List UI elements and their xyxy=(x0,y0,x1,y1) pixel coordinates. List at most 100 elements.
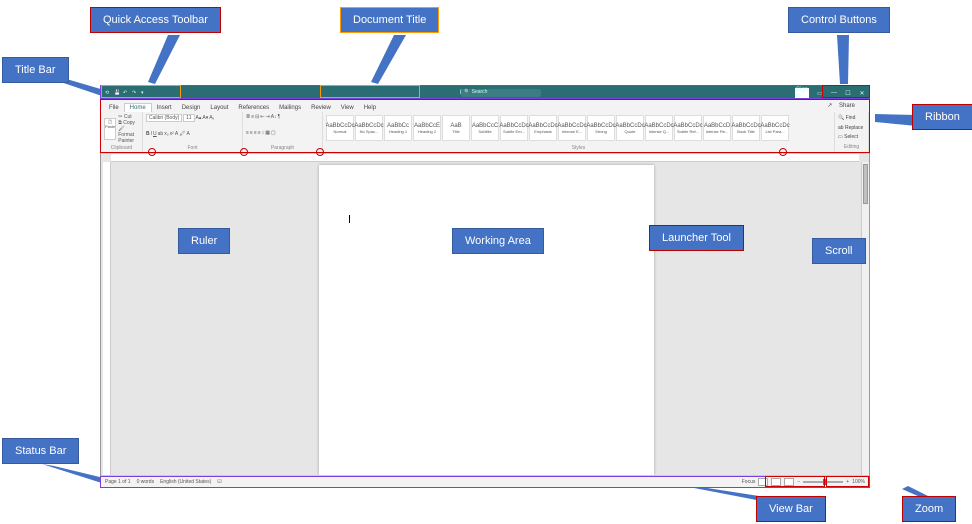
underline-icon[interactable]: U xyxy=(153,131,157,137)
document-page[interactable] xyxy=(319,165,654,475)
read-mode-icon[interactable] xyxy=(758,478,768,486)
style-item[interactable]: AaBbCcDcSubtle Em... xyxy=(500,115,528,141)
zoom-level[interactable]: 100% xyxy=(852,479,865,485)
focus-mode[interactable]: Focus xyxy=(742,479,756,485)
strike-icon[interactable]: ab xyxy=(158,131,164,137)
font-name-select[interactable]: Calibri (Body) xyxy=(146,114,182,122)
align-center-icon[interactable]: ≡ xyxy=(250,130,253,136)
subscript-icon[interactable]: x₂ xyxy=(164,131,168,137)
highlight-icon[interactable]: 🖍 xyxy=(179,131,185,137)
horizontal-ruler[interactable] xyxy=(111,154,859,162)
replace-button[interactable]: ab Replace xyxy=(838,124,865,132)
style-item[interactable]: AaBbCcDcBook Title xyxy=(732,115,760,141)
maximize-icon[interactable]: ☐ xyxy=(841,88,855,98)
tab-design[interactable]: Design xyxy=(177,104,206,112)
web-layout-icon[interactable] xyxy=(784,478,794,486)
group-label: Clipboard xyxy=(104,145,139,151)
sort-icon[interactable]: A↓ xyxy=(271,114,277,120)
signin-button[interactable]: Sign in xyxy=(795,88,809,98)
tab-view[interactable]: View xyxy=(336,104,359,112)
justify-icon[interactable]: ≡ xyxy=(258,130,261,136)
undo-icon[interactable]: ↶ xyxy=(123,90,129,96)
style-item[interactable]: AaBTitle xyxy=(442,115,470,141)
shading-icon[interactable]: ▦ xyxy=(265,130,270,136)
autosave-icon[interactable]: ⟲ xyxy=(105,90,111,96)
align-right-icon[interactable]: ≡ xyxy=(254,130,257,136)
clear-format-icon[interactable]: Aₓ xyxy=(209,115,214,121)
decrease-indent-icon[interactable]: ⇤ xyxy=(260,114,264,120)
tab-layout[interactable]: Layout xyxy=(205,104,233,112)
minimize-icon[interactable]: — xyxy=(827,88,841,98)
borders-icon[interactable]: ▢ xyxy=(271,130,276,136)
vertical-ruler[interactable] xyxy=(103,162,111,475)
font-color-icon[interactable]: A xyxy=(187,131,190,137)
group-clipboard: 📋Paste ✂ Cut ⧉ Copy 🖌 Format Painter Cli… xyxy=(101,112,143,153)
multilevel-icon[interactable]: ⊟ xyxy=(255,114,259,120)
find-button[interactable]: 🔍 Find xyxy=(838,114,865,122)
superscript-icon[interactable]: x² xyxy=(170,131,174,137)
style-item[interactable]: AaBbCcDcNormal xyxy=(326,115,354,141)
paste-button[interactable]: 📋Paste xyxy=(104,118,116,140)
font-size-select[interactable]: 11 xyxy=(183,114,194,122)
grow-font-icon[interactable]: A▴ xyxy=(196,115,202,121)
tab-mailings[interactable]: Mailings xyxy=(274,104,306,112)
tab-review[interactable]: Review xyxy=(306,104,336,112)
style-gallery[interactable]: AaBbCcDcNormalAaBbCcDcNo Spac...AaBbCcHe… xyxy=(326,114,831,142)
quick-access-toolbar[interactable]: ⟲ 💾 ↶ ↷ ▾ xyxy=(105,90,147,96)
accessibility-icon[interactable]: ☑ xyxy=(217,479,221,485)
share-button[interactable]: ↗ Share xyxy=(822,101,865,110)
align-left-icon[interactable]: ≡ xyxy=(246,130,249,136)
zoom-in-icon[interactable]: + xyxy=(846,479,849,485)
callout-control-buttons: Control Buttons xyxy=(788,7,890,33)
qat-more-icon[interactable]: ▾ xyxy=(141,90,147,96)
search-box[interactable]: 🔍 Search xyxy=(461,89,541,97)
group-font: Calibri (Body) 11 A▴ A▾ Aₓ B I U ab x₂ x… xyxy=(143,112,243,153)
ribbon: 📋Paste ✂ Cut ⧉ Copy 🖌 Format Painter Cli… xyxy=(101,112,869,154)
format-painter-button[interactable]: 🖌 Format Painter xyxy=(118,126,139,144)
group-label: Font xyxy=(146,145,239,151)
show-marks-icon[interactable]: ¶ xyxy=(278,114,281,120)
zoom-slider[interactable] xyxy=(803,481,843,483)
page-indicator[interactable]: Page 1 of 1 xyxy=(105,479,131,485)
style-item[interactable]: AaBbCcDcEmphasis xyxy=(529,115,557,141)
language-indicator[interactable]: English (United States) xyxy=(160,479,211,485)
ribbon-options-icon[interactable]: ▭ xyxy=(813,88,827,98)
text-effects-icon[interactable]: A xyxy=(175,131,178,137)
style-item[interactable]: AaBbCcDcStrong xyxy=(587,115,615,141)
print-layout-icon[interactable] xyxy=(771,478,781,486)
increase-indent-icon[interactable]: ⇥ xyxy=(266,114,270,120)
tab-insert[interactable]: Insert xyxy=(152,104,177,112)
save-icon[interactable]: 💾 xyxy=(114,90,120,96)
italic-icon[interactable]: I xyxy=(151,131,152,137)
close-icon[interactable]: ✕ xyxy=(855,88,869,98)
style-item[interactable]: AaBbCcDcSubtle Ref... xyxy=(674,115,702,141)
style-item[interactable]: AaBbCcDcNo Spac... xyxy=(355,115,383,141)
tab-home[interactable]: Home xyxy=(124,103,152,112)
scroll-thumb[interactable] xyxy=(863,164,868,204)
tab-help[interactable]: Help xyxy=(359,104,381,112)
style-item[interactable]: AaBbCcDcList Para... xyxy=(761,115,789,141)
vertical-scrollbar[interactable] xyxy=(861,162,869,475)
select-button[interactable]: ▭ Select xyxy=(838,133,865,141)
group-label: Styles xyxy=(326,145,831,151)
tab-references[interactable]: References xyxy=(233,104,274,112)
redo-icon[interactable]: ↷ xyxy=(132,90,138,96)
workspace xyxy=(101,162,869,475)
bold-icon[interactable]: B xyxy=(146,131,150,137)
style-item[interactable]: AaBbCcHeading 1 xyxy=(384,115,412,141)
word-window: ⟲ 💾 ↶ ↷ ▾ Document1 - Word 🔍 Search Sign… xyxy=(100,85,870,488)
bullets-icon[interactable]: ≣ xyxy=(246,114,250,120)
word-count[interactable]: 0 words xyxy=(137,479,155,485)
style-item[interactable]: AaBbCcEHeading 2 xyxy=(413,115,441,141)
tab-file[interactable]: File xyxy=(104,104,124,112)
style-item[interactable]: AaBbCcCSubtitle xyxy=(471,115,499,141)
zoom-out-icon[interactable]: − xyxy=(797,479,800,485)
style-item[interactable]: AaBbCcDIntense Re... xyxy=(703,115,731,141)
style-item[interactable]: AaBbCcDcQuote xyxy=(616,115,644,141)
shrink-font-icon[interactable]: A▾ xyxy=(202,115,208,121)
style-item[interactable]: AaBbCcDcIntense Q... xyxy=(645,115,673,141)
line-spacing-icon[interactable]: ↕ xyxy=(262,130,265,136)
style-item[interactable]: AaBbCcDcIntense E... xyxy=(558,115,586,141)
numbering-icon[interactable]: ≡ xyxy=(251,114,254,120)
group-styles: AaBbCcDcNormalAaBbCcDcNo Spac...AaBbCcHe… xyxy=(323,112,835,153)
